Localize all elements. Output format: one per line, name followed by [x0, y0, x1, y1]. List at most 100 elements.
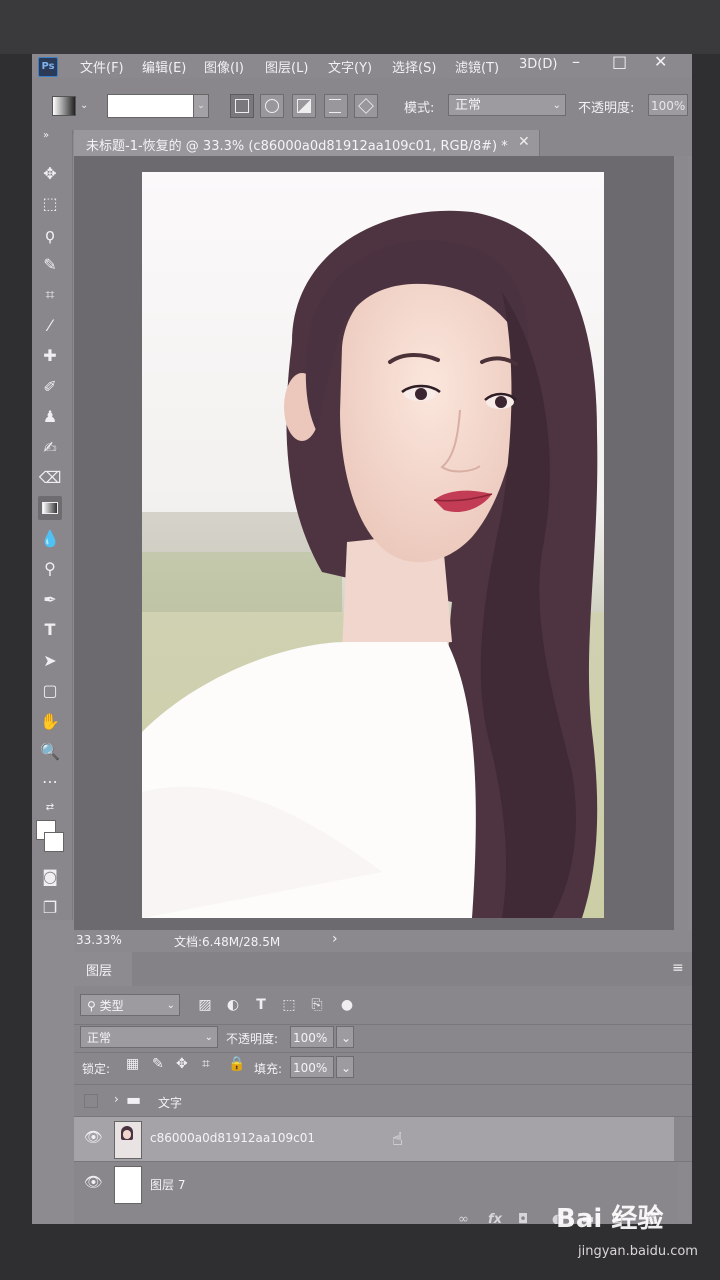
screen-mode-icon[interactable]: ❐ — [38, 896, 62, 920]
panel-menu-icon[interactable]: ≡ — [672, 960, 684, 976]
menu-select[interactable]: 选择(S) — [392, 57, 436, 76]
crop-tool-icon[interactable]: ⌗ — [38, 283, 62, 307]
layer-row-selected[interactable]: 👁 c86000a0d81912aa109c01 ☝ — [74, 1117, 674, 1161]
lasso-tool-icon[interactable]: ϙ — [38, 223, 62, 247]
divider — [74, 1084, 692, 1085]
fx-icon[interactable]: fx — [488, 1212, 502, 1224]
status-menu-arrow-icon[interactable]: › — [332, 931, 338, 947]
layer-filter-select[interactable]: ⚲ 类型 ⌄ — [80, 994, 180, 1016]
angle-gradient-button[interactable] — [292, 94, 316, 118]
clone-stamp-tool-icon[interactable]: ♟ — [38, 405, 62, 429]
menu-image[interactable]: 图像(I) — [204, 57, 244, 76]
menu-3d[interactable]: 3D(D) — [519, 57, 557, 72]
lock-position-icon[interactable]: ✥ — [176, 1056, 188, 1072]
hand-cursor-icon: ☝ — [392, 1129, 403, 1150]
layer-opacity-input[interactable]: 100% — [290, 1026, 334, 1048]
eraser-tool-icon[interactable]: ⌫ — [38, 466, 62, 490]
reflected-gradient-button[interactable] — [324, 94, 348, 118]
chevron-down-icon: ⌄ — [204, 1032, 213, 1043]
layers-scrollbar[interactable] — [678, 1162, 690, 1222]
pen-tool-icon[interactable]: ✒ — [38, 588, 62, 612]
document-tab[interactable]: 未标题-1-恢复的 @ 33.3% (c86000a0d81912aa109c0… — [74, 130, 540, 156]
blur-tool-icon[interactable]: 💧 — [38, 527, 62, 551]
menu-bar: Ps 文件(F) 编辑(E) 图像(I) 图层(L) 文字(Y) 选择(S) 滤… — [32, 54, 692, 78]
menu-layer[interactable]: 图层(L) — [265, 57, 308, 76]
eyedropper-tool-icon[interactable]: ⁄ — [38, 314, 62, 338]
zoom-tool-icon[interactable]: 🔍 — [38, 740, 62, 764]
lock-transparent-pixels-icon[interactable]: ▦ — [126, 1056, 139, 1072]
adjustment-layer-filter-icon[interactable]: ◐ — [224, 996, 242, 1014]
radial-gradient-button[interactable] — [260, 94, 284, 118]
linear-gradient-button[interactable] — [230, 94, 254, 118]
dodge-tool-icon[interactable]: ⚲ — [38, 557, 62, 581]
pixel-layer-filter-icon[interactable]: ▨ — [196, 996, 214, 1014]
lock-label: 锁定: — [82, 1062, 111, 1076]
quick-mask-icon[interactable]: ◙ — [38, 865, 62, 889]
gradient-tool-preset-icon[interactable] — [52, 96, 76, 116]
filter-toggle-icon[interactable]: ● — [338, 996, 356, 1014]
collapse-arrows-icon[interactable]: » — [34, 124, 58, 148]
status-bar: 33.33% 文档:6.48M/28.5M › — [74, 930, 692, 952]
fill-chevron-icon[interactable]: ⌄ — [336, 1056, 354, 1078]
mode-select-value: 正常 — [455, 98, 482, 113]
gradient-picker-chevron-icon[interactable]: ⌄ — [193, 94, 209, 118]
opacity-chevron-icon[interactable]: ⌄ — [336, 1026, 354, 1048]
blend-mode-select[interactable]: 正常 ⌄ — [80, 1026, 218, 1048]
menu-filter[interactable]: 滤镜(T) — [455, 57, 499, 76]
canvas-vertical-scrollbar[interactable] — [674, 156, 688, 930]
menu-type[interactable]: 文字(Y) — [328, 57, 372, 76]
maximize-button[interactable]: □ — [612, 54, 627, 71]
lock-all-icon[interactable]: 🔒 — [228, 1056, 245, 1072]
type-tool-icon[interactable]: T — [38, 618, 62, 642]
menu-file[interactable]: 文件(F) — [80, 57, 124, 76]
close-tab-icon[interactable]: ✕ — [518, 134, 530, 150]
watermark-url: jingyan.baidu.com — [578, 1244, 698, 1259]
link-layers-icon[interactable]: ∞ — [458, 1212, 469, 1224]
chevron-right-icon[interactable]: › — [114, 1092, 119, 1106]
more-tools-icon[interactable]: ⋯ — [38, 770, 62, 794]
history-brush-tool-icon[interactable]: ✍ — [38, 436, 62, 460]
path-selection-tool-icon[interactable]: ➤ — [38, 649, 62, 673]
zoom-level[interactable]: 33.33% — [76, 933, 122, 947]
healing-brush-tool-icon[interactable]: ✚ — [38, 344, 62, 368]
marquee-tool-icon[interactable]: ⬚ — [38, 192, 62, 216]
gradient-tool-icon[interactable] — [38, 496, 62, 520]
mode-label: 模式: — [404, 101, 435, 116]
eye-icon[interactable]: 👁 — [84, 1173, 103, 1191]
document-size-info: 文档:6.48M/28.5M — [174, 935, 281, 949]
portrait-photo — [142, 172, 604, 918]
layer-filter-kind: 类型 — [99, 999, 124, 1013]
close-window-button[interactable]: ✕ — [654, 54, 667, 71]
minimize-button[interactable]: – — [572, 54, 580, 71]
move-tool-icon[interactable]: ✥ — [38, 162, 62, 186]
mode-select[interactable]: 正常 ⌄ — [448, 94, 566, 116]
gradient-editor-preview[interactable] — [107, 94, 195, 118]
rectangle-tool-icon[interactable]: ▢ — [38, 679, 62, 703]
baidu-jingyan-watermark-logo: Bai 经验 — [556, 1204, 664, 1234]
eye-icon[interactable]: 👁 — [84, 1128, 103, 1146]
quick-selection-tool-icon[interactable]: ✎ — [38, 253, 62, 277]
layer-mask-icon[interactable]: ◘ — [518, 1212, 528, 1224]
layers-panel: 图层 ≡ ⚲ 类型 ⌄ ▨ ◐ T ⬚ ⎘ ● 正常 ⌄ 不透明度: 100% ⌄ … — [74, 952, 692, 1224]
lock-artboard-icon[interactable]: ⌗ — [202, 1056, 210, 1072]
swap-colors-icon[interactable]: ⇄ — [38, 796, 62, 820]
background-color-swatch[interactable] — [44, 832, 64, 852]
chevron-down-icon: ⌄ — [166, 1000, 175, 1011]
fill-input[interactable]: 100% — [290, 1056, 334, 1078]
menu-edit[interactable]: 编辑(E) — [142, 57, 186, 76]
hand-tool-icon[interactable]: ✋ — [38, 710, 62, 734]
chevron-down-icon[interactable]: ⌄ — [80, 100, 88, 111]
brush-tool-icon[interactable]: ✐ — [38, 375, 62, 399]
diamond-gradient-button[interactable] — [354, 94, 378, 118]
layer-row-group[interactable]: › ▬ 文字 — [74, 1086, 674, 1116]
type-layer-filter-icon[interactable]: T — [252, 996, 270, 1014]
smart-object-filter-icon[interactable]: ⎘ — [308, 996, 326, 1014]
layer-name: 文字 — [158, 1096, 183, 1110]
layers-tab[interactable]: 图层 — [74, 952, 132, 986]
visibility-toggle-empty[interactable] — [84, 1094, 98, 1108]
layer-opacity-label: 不透明度: — [226, 1032, 279, 1046]
opacity-input[interactable]: 100% — [648, 94, 688, 116]
tools-panel: » ✥ ⬚ ϙ ✎ ⌗ ⁄ ✚ ✐ ♟ ✍ ⌫ 💧 ⚲ ✒ T ➤ ▢ ✋ 🔍 … — [32, 130, 73, 920]
shape-layer-filter-icon[interactable]: ⬚ — [280, 996, 298, 1014]
lock-image-pixels-icon[interactable]: ✎ — [152, 1056, 164, 1072]
